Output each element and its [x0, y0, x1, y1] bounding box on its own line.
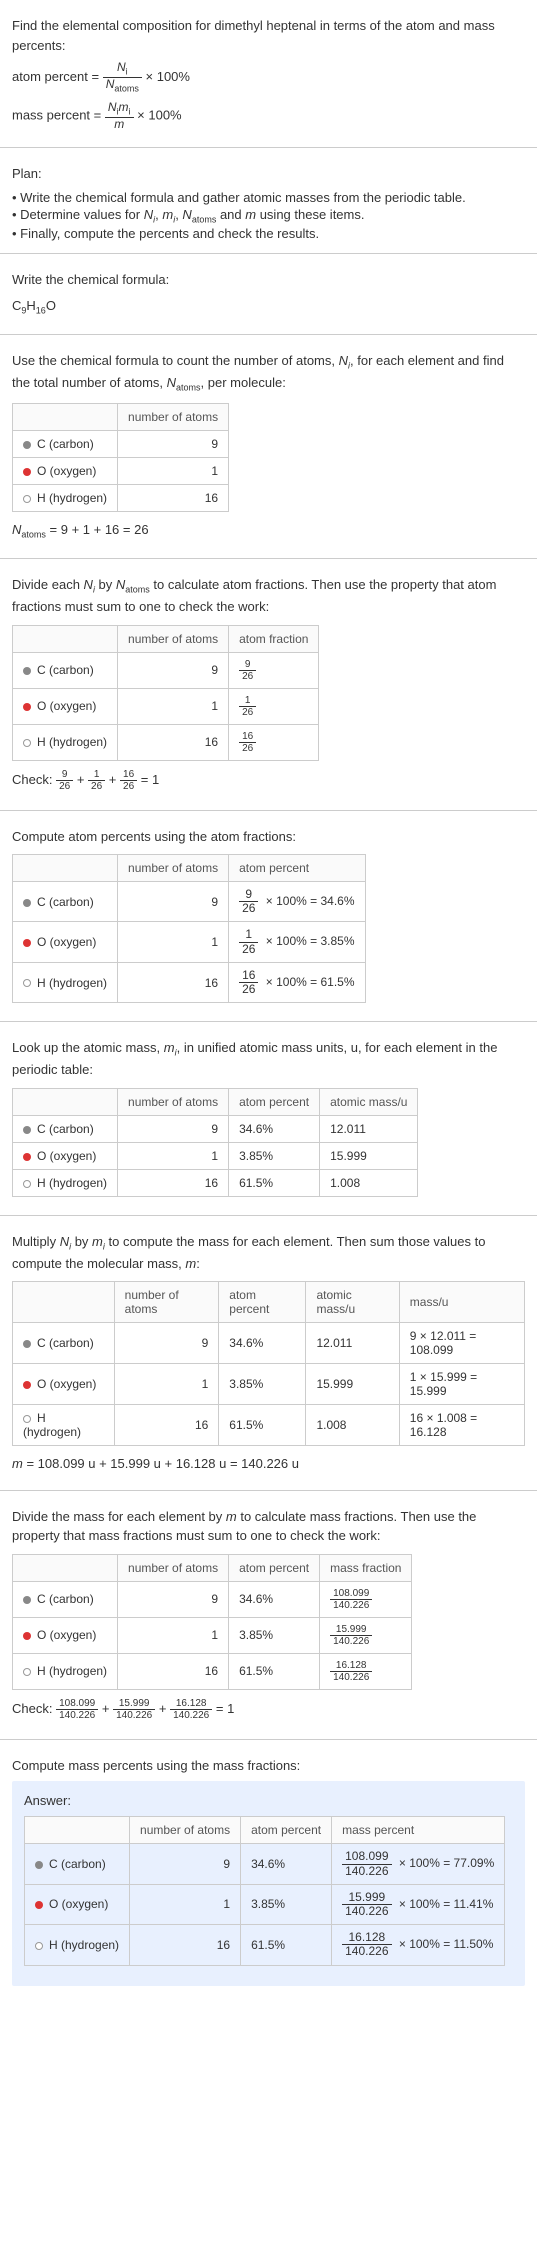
table-row: H (hydrogen)1661.5%1.00816 × 1.008 = 16.…: [13, 1405, 525, 1446]
count-section: Use the chemical formula to count the nu…: [0, 335, 537, 558]
oxygen-dot-icon: [23, 1381, 31, 1389]
hydrogen-dot-icon: [23, 1668, 31, 1676]
oxygen-dot-icon: [23, 1153, 31, 1161]
oxygen-dot-icon: [23, 468, 31, 476]
oxygen-dot-icon: [35, 1901, 43, 1909]
carbon-dot-icon: [23, 441, 31, 449]
mass-section: Multiply Ni by mi to compute the mass fo…: [0, 1216, 537, 1490]
table-row: H (hydrogen)1661.5%1.008: [13, 1169, 418, 1196]
mass-percent-section: Compute mass percents using the mass fra…: [0, 1740, 537, 1996]
hydrogen-dot-icon: [23, 739, 31, 747]
intro-section: Find the elemental composition for dimet…: [0, 0, 537, 147]
table-row: H (hydrogen)1661.5%16.128140.226: [13, 1653, 412, 1689]
table-row: H (hydrogen)161626 × 100% = 61.5%: [13, 962, 366, 1002]
oxygen-dot-icon: [23, 703, 31, 711]
carbon-dot-icon: [23, 667, 31, 675]
table-row: C (carbon)934.6%12.0119 × 12.011 = 108.0…: [13, 1323, 525, 1364]
table-row: H (hydrogen)1661.5%16.128140.226 × 100% …: [25, 1925, 505, 1965]
multiply-text: Multiply Ni by mi to compute the mass fo…: [12, 1232, 525, 1274]
plan-item-2: • Determine values for Ni, mi, Natoms an…: [12, 207, 525, 225]
compute-mass-pct-label: Compute mass percents using the mass fra…: [12, 1756, 525, 1776]
plan-item-1: • Write the chemical formula and gather …: [12, 190, 525, 205]
table-row: C (carbon)934.6%108.099140.226 × 100% = …: [25, 1844, 505, 1884]
answer-table: number of atomsatom percentmass percent …: [24, 1816, 505, 1965]
answer-box: Answer: number of atomsatom percentmass …: [12, 1781, 525, 1985]
chemical-formula: C9H16O: [12, 296, 525, 318]
hydrogen-dot-icon: [23, 979, 31, 987]
natoms-equation: Natoms = 9 + 1 + 16 = 26: [12, 520, 525, 542]
oxygen-dot-icon: [23, 939, 31, 947]
table-row: O (oxygen)13.85%15.999140.226 × 100% = 1…: [25, 1884, 505, 1924]
table-row: C (carbon)934.6%12.011: [13, 1115, 418, 1142]
intro-text: Find the elemental composition for dimet…: [12, 16, 525, 55]
atom-fraction-table: number of atomsatom fraction C (carbon)9…: [12, 625, 319, 761]
atom-percent-formula: atom percent = Ni Natoms × 100%: [12, 61, 525, 95]
carbon-dot-icon: [35, 1861, 43, 1869]
carbon-dot-icon: [23, 1596, 31, 1604]
mass-percent-formula: mass percent = Nimi m × 100%: [12, 101, 525, 131]
plan-section: Plan: • Write the chemical formula and g…: [0, 148, 537, 253]
m-equation: m = 108.099 u + 15.999 u + 16.128 u = 14…: [12, 1454, 525, 1474]
carbon-dot-icon: [23, 899, 31, 907]
table-row: H (hydrogen)16: [13, 484, 229, 511]
atom-fractions-section: Divide each Ni by Natoms to calculate at…: [0, 559, 537, 810]
plan-item-3: • Finally, compute the percents and chec…: [12, 226, 525, 241]
check-atom-fractions: Check: 926 + 126 + 1626 = 1: [12, 769, 525, 792]
table-row: O (oxygen)1126 × 100% = 3.85%: [13, 922, 366, 962]
mass-fractions-section: Divide the mass for each element by m to…: [0, 1491, 537, 1739]
atom-percent-section: Compute atom percents using the atom fra…: [0, 811, 537, 1022]
table-row: C (carbon)934.6%108.099140.226: [13, 1581, 412, 1617]
lookup-text: Look up the atomic mass, mi, in unified …: [12, 1038, 525, 1080]
write-formula-label: Write the chemical formula:: [12, 270, 525, 290]
check-mass-fractions: Check: 108.099140.226 + 15.999140.226 + …: [12, 1698, 525, 1721]
formula-section: Write the chemical formula: C9H16O: [0, 254, 537, 334]
plan-label: Plan:: [12, 164, 525, 184]
hydrogen-dot-icon: [23, 1415, 31, 1423]
hydrogen-dot-icon: [23, 495, 31, 503]
atomic-mass-section: Look up the atomic mass, mi, in unified …: [0, 1022, 537, 1215]
divide-text: Divide each Ni by Natoms to calculate at…: [12, 575, 525, 617]
mass-fraction-table: number of atomsatom percentmass fraction…: [12, 1554, 412, 1690]
answer-label: Answer:: [24, 1793, 513, 1808]
table-row: O (oxygen)13.85%15.999: [13, 1142, 418, 1169]
table-row: O (oxygen)1: [13, 457, 229, 484]
hydrogen-dot-icon: [35, 1942, 43, 1950]
divide-mass-text: Divide the mass for each element by m to…: [12, 1507, 525, 1546]
table-row: O (oxygen)13.85%15.9991 × 15.999 = 15.99…: [13, 1364, 525, 1405]
table-row: C (carbon)9: [13, 430, 229, 457]
atom-percent-table: number of atomsatom percent C (carbon)99…: [12, 854, 366, 1003]
table-row: C (carbon)9926 × 100% = 34.6%: [13, 882, 366, 922]
hydrogen-dot-icon: [23, 1180, 31, 1188]
atoms-count-table: number of atoms C (carbon)9 O (oxygen)1 …: [12, 403, 229, 512]
table-row: C (carbon)9926: [13, 652, 319, 688]
mass-table: number of atomsatom percentatomic mass/u…: [12, 1281, 525, 1446]
carbon-dot-icon: [23, 1126, 31, 1134]
carbon-dot-icon: [23, 1340, 31, 1348]
table-row: O (oxygen)13.85%15.999140.226: [13, 1617, 412, 1653]
oxygen-dot-icon: [23, 1632, 31, 1640]
compute-atom-pct: Compute atom percents using the atom fra…: [12, 827, 525, 847]
table-row: O (oxygen)1126: [13, 688, 319, 724]
table-row: H (hydrogen)161626: [13, 724, 319, 760]
count-text: Use the chemical formula to count the nu…: [12, 351, 525, 395]
atomic-mass-table: number of atomsatom percentatomic mass/u…: [12, 1088, 418, 1197]
